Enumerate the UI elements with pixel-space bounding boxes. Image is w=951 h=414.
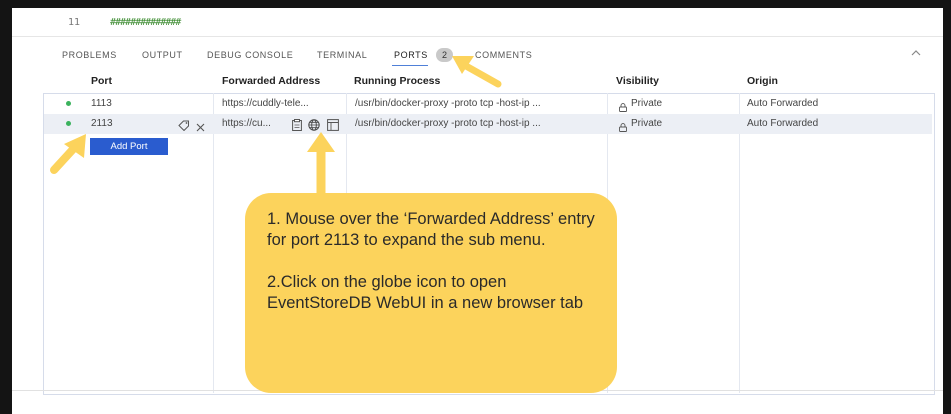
arrow-to-ports-tab [452, 56, 502, 88]
arrow-to-port-2113 [50, 134, 86, 174]
callout-text: 1. Mouse over the ‘Forwarded Address’ en… [267, 210, 595, 312]
instruction-callout: 1. Mouse over the ‘Forwarded Address’ en… [245, 193, 617, 393]
arrow-to-globe-icon [307, 132, 335, 194]
